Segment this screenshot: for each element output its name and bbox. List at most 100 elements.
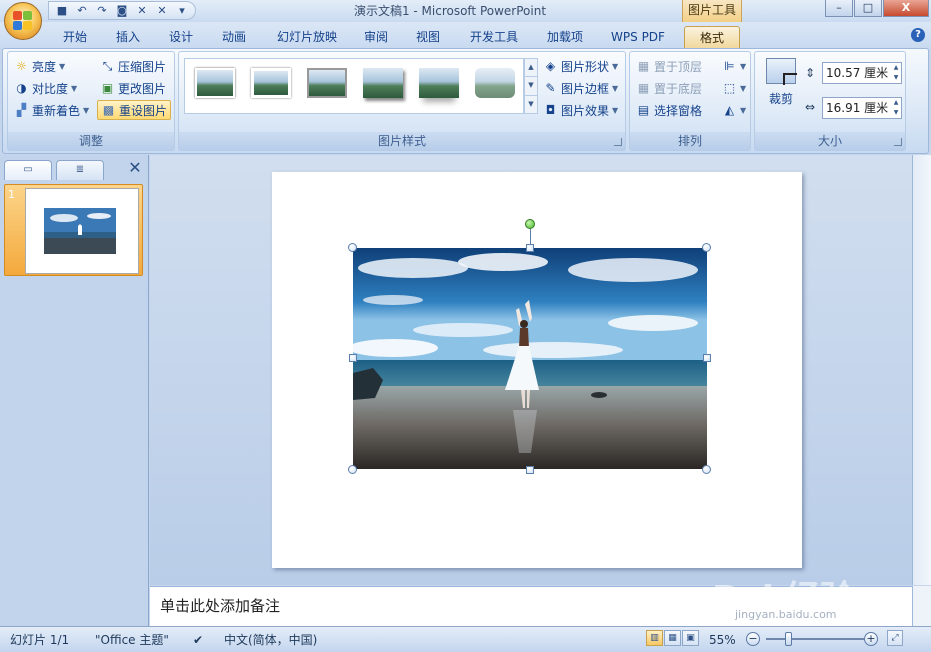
fit-to-window-icon[interactable]: ⤢ bbox=[887, 630, 903, 646]
chevron-down-icon: ▼ bbox=[740, 83, 747, 93]
close-button[interactable]: X bbox=[883, 0, 929, 17]
office-button[interactable] bbox=[4, 2, 42, 40]
gallery-more-icon[interactable]: ▼ bbox=[525, 96, 537, 113]
bring-to-front-button[interactable]: ▦ 置于顶层 bbox=[636, 56, 702, 76]
group-adjust-label: 调整 bbox=[8, 132, 174, 150]
resize-handle-bottom[interactable] bbox=[526, 466, 534, 474]
chevron-down-icon: ▼ bbox=[83, 105, 90, 115]
spellcheck-icon[interactable]: ✔ bbox=[190, 631, 206, 649]
gallery-up-icon[interactable]: ▲ bbox=[525, 59, 537, 78]
height-icon: ⇕ bbox=[805, 66, 816, 80]
slide-thumbnail-item[interactable]: 1 bbox=[4, 184, 143, 276]
redo-icon[interactable]: ↷ bbox=[95, 4, 109, 18]
save-icon[interactable]: ■ bbox=[55, 4, 69, 18]
zoom-slider-knob[interactable] bbox=[785, 632, 792, 646]
resize-handle-right[interactable] bbox=[703, 354, 711, 362]
tab-design[interactable]: 设计 bbox=[158, 26, 204, 48]
crop-icon bbox=[766, 58, 797, 85]
group-size-label: 大小 bbox=[755, 132, 905, 150]
window-title: 演示文稿1 - Microsoft PowerPoint bbox=[353, 4, 547, 18]
close-panel-icon[interactable]: ✕ bbox=[126, 159, 144, 177]
resize-handle-top-right[interactable] bbox=[702, 243, 711, 252]
vertical-scrollbar[interactable] bbox=[912, 155, 931, 585]
notes-scrollbar[interactable] bbox=[912, 586, 931, 626]
width-value: 16.91 厘米 bbox=[826, 101, 889, 115]
style-thumbnail[interactable] bbox=[363, 68, 403, 98]
normal-view-icon[interactable]: ▥ bbox=[646, 630, 663, 646]
slide-thumbnail[interactable] bbox=[25, 188, 139, 274]
tab-insert[interactable]: 插入 bbox=[106, 26, 150, 48]
chevron-down-icon: ▼ bbox=[612, 105, 619, 115]
dialog-launcher-icon[interactable] bbox=[894, 138, 902, 146]
tab-home[interactable]: 开始 bbox=[52, 26, 98, 48]
reset-picture-icon: ▩ bbox=[102, 102, 115, 117]
height-input[interactable]: 10.57 厘米 ▲ ▼ bbox=[822, 62, 902, 84]
recolor-button[interactable]: ▞ 重新着色 ▼ bbox=[14, 100, 89, 120]
rotate-icon: ◭ bbox=[724, 102, 735, 117]
width-input[interactable]: 16.91 厘米 ▲ ▼ bbox=[822, 97, 902, 119]
tab-wps-pdf[interactable]: WPS PDF bbox=[602, 26, 674, 48]
selection-pane-button[interactable]: ▤ 选择窗格 bbox=[636, 100, 702, 120]
dialog-launcher-icon[interactable] bbox=[614, 138, 622, 146]
style-thumbnail[interactable] bbox=[419, 68, 459, 98]
resize-handle-left[interactable] bbox=[349, 354, 357, 362]
compress-label: 压缩图片 bbox=[118, 59, 167, 74]
customize-qat-icon[interactable]: ▾ bbox=[175, 4, 189, 18]
minimize-button[interactable]: – bbox=[825, 0, 853, 17]
tab-developer[interactable]: 开发工具 bbox=[460, 26, 528, 48]
tab-slideshow[interactable]: 幻灯片放映 bbox=[267, 26, 347, 48]
style-thumbnail[interactable] bbox=[195, 68, 235, 98]
tab-slides-icon[interactable]: ▭ bbox=[4, 160, 52, 180]
change-picture-button[interactable]: ▣ 更改图片 bbox=[100, 78, 166, 98]
slideshow-view-icon[interactable]: ▣ bbox=[682, 630, 699, 646]
rotate-handle[interactable] bbox=[525, 219, 535, 229]
tab-view[interactable]: 视图 bbox=[406, 26, 450, 48]
undo-icon[interactable]: ↶ bbox=[75, 4, 89, 18]
height-spinner[interactable]: ▲ ▼ bbox=[891, 63, 901, 83]
tab-addins[interactable]: 加载项 bbox=[536, 26, 594, 48]
picture-effects-button[interactable]: ◘ 图片效果 ▼ bbox=[543, 100, 618, 120]
group-objects-button[interactable]: ⬚ ▼ bbox=[722, 78, 746, 98]
resize-handle-bottom-right[interactable] bbox=[702, 465, 711, 474]
pencil-icon: ✎ bbox=[545, 80, 556, 95]
resize-handle-bottom-left[interactable] bbox=[348, 465, 357, 474]
style-thumbnail[interactable] bbox=[251, 68, 291, 98]
compress-pictures-button[interactable]: ⤡ 压缩图片 bbox=[100, 56, 166, 76]
language[interactable]: 中文(简体，中国) bbox=[224, 631, 317, 649]
width-icon: ⇔ bbox=[805, 100, 816, 114]
tab-animations[interactable]: 动画 bbox=[211, 26, 257, 48]
picture-shape-button[interactable]: ◈ 图片形状 ▼ bbox=[543, 56, 618, 76]
picture-border-button[interactable]: ✎ 图片边框 ▼ bbox=[543, 78, 618, 98]
tab-format[interactable]: 格式 bbox=[684, 26, 740, 48]
style-thumbnail[interactable] bbox=[475, 68, 515, 98]
slide-sorter-view-icon[interactable]: ▦ bbox=[664, 630, 681, 646]
tab-review[interactable]: 审阅 bbox=[354, 26, 398, 48]
zoom-in-icon[interactable]: + bbox=[864, 632, 878, 646]
selection-pane-label: 选择窗格 bbox=[654, 103, 703, 118]
print-preview-icon[interactable]: ◙ bbox=[115, 4, 129, 18]
zoom-slider-track[interactable] bbox=[766, 638, 864, 640]
tab-outline-icon[interactable]: ≣ bbox=[56, 160, 104, 180]
reset-picture-button[interactable]: ▩ 重设图片 bbox=[97, 100, 172, 120]
bring-front-icon: ▦ bbox=[637, 58, 650, 73]
selected-picture[interactable] bbox=[353, 248, 707, 469]
width-spinner[interactable]: ▲ ▼ bbox=[891, 98, 901, 118]
slide-number: 1 bbox=[8, 188, 15, 201]
contrast-button[interactable]: ◑ 对比度 ▼ bbox=[14, 78, 77, 98]
send-to-back-button[interactable]: ▦ 置于底层 bbox=[636, 78, 702, 98]
resize-handle-top[interactable] bbox=[526, 244, 534, 252]
toolbar-icon-2[interactable]: ✕ bbox=[155, 4, 169, 18]
toolbar-icon[interactable]: ✕ bbox=[135, 4, 149, 18]
theme-name[interactable]: "Office 主题" bbox=[95, 631, 169, 649]
crop-button[interactable]: 裁剪 bbox=[761, 56, 801, 112]
resize-handle-top-left[interactable] bbox=[348, 243, 357, 252]
style-thumbnail[interactable] bbox=[307, 68, 347, 98]
rotate-button[interactable]: ◭ ▼ bbox=[722, 100, 746, 120]
align-button[interactable]: ⊫ ▼ bbox=[722, 56, 746, 76]
zoom-out-icon[interactable]: − bbox=[746, 632, 760, 646]
maximize-button[interactable]: □ bbox=[854, 0, 882, 17]
help-icon[interactable]: ? bbox=[911, 28, 925, 42]
brightness-button[interactable]: ☼ 亮度 ▼ bbox=[14, 56, 65, 76]
gallery-down-icon[interactable]: ▼ bbox=[525, 77, 537, 96]
zoom-level[interactable]: 55% bbox=[709, 631, 736, 649]
